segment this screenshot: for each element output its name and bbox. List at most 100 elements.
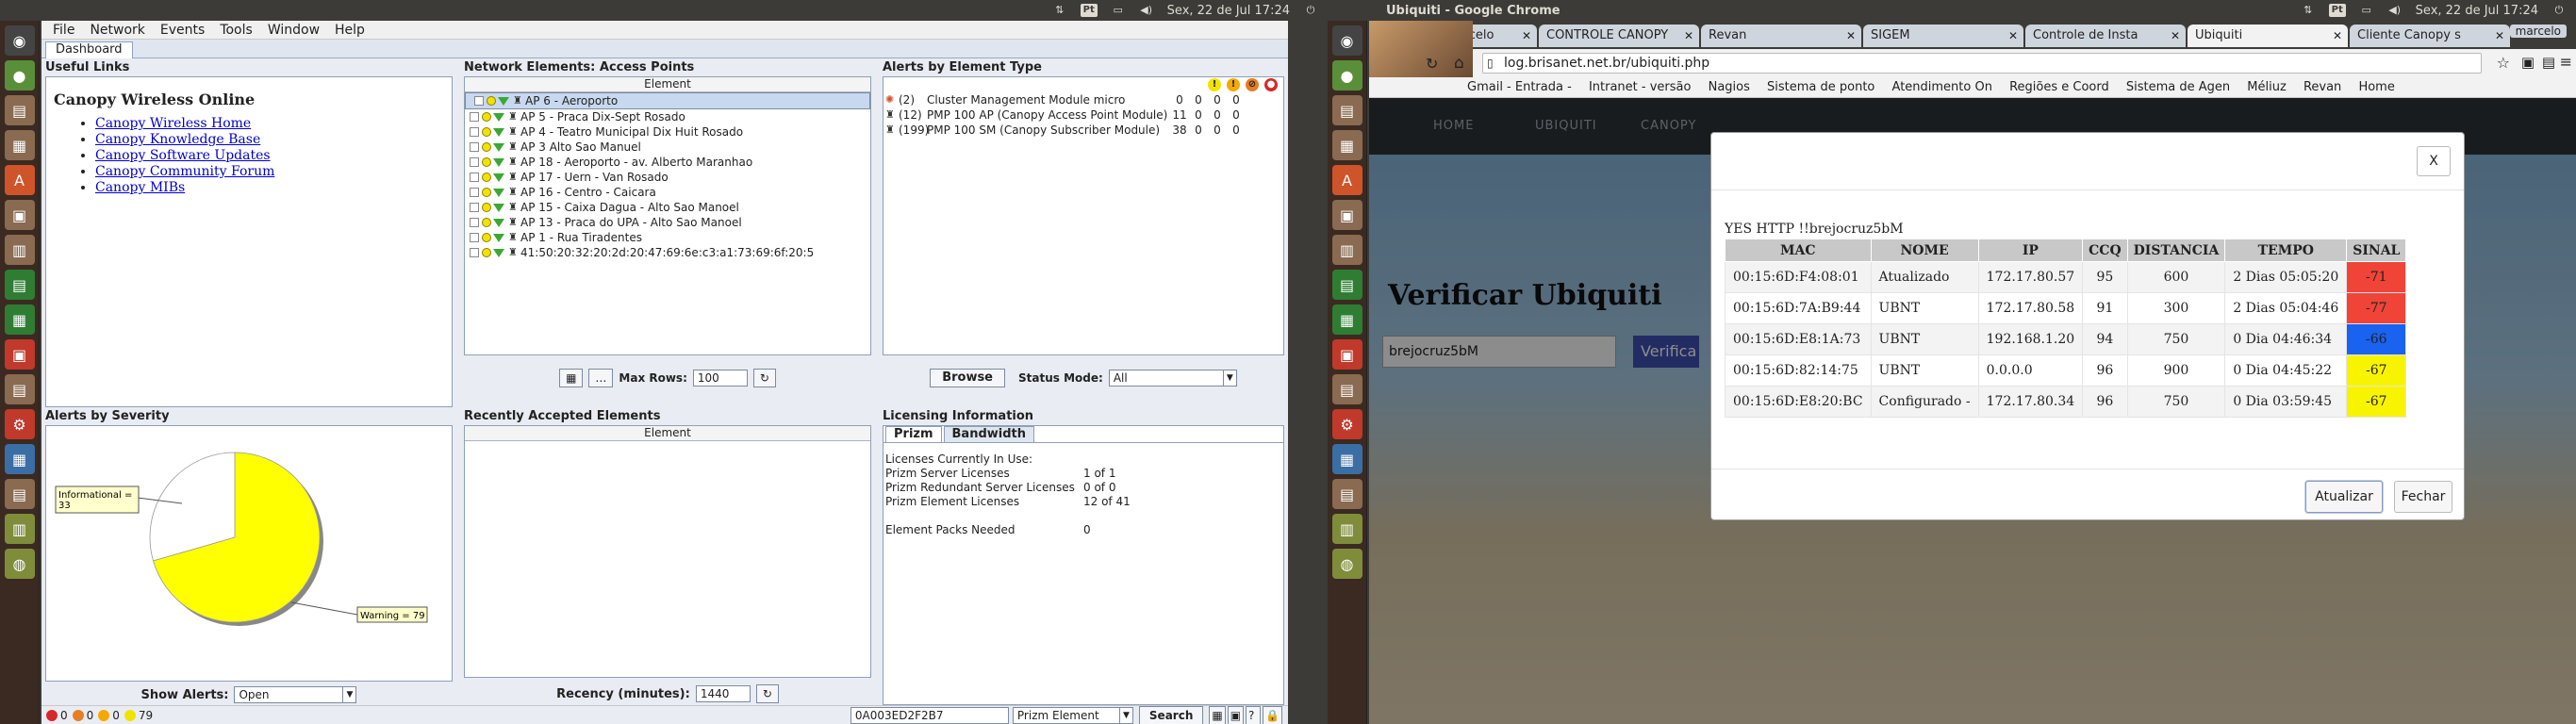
software-center-icon[interactable]: A [1331,165,1362,195]
table-row[interactable]: ♜ AP 17 - Uern - Van Rosado [465,170,870,185]
refresh-icon[interactable]: ↻ [755,684,779,703]
table-row[interactable]: ♜ AP 1 - Rua Tiradentes [465,230,870,245]
profile-name[interactable]: marcelo [2509,25,2567,38]
bookmark-meliuz[interactable]: Méliuz [2247,80,2287,94]
bookmark-ponto[interactable]: Sistema de ponto [1767,80,1874,94]
row-checkbox[interactable] [470,112,479,122]
app-launcher-icon-3[interactable]: ▥ [4,235,35,265]
update-button[interactable]: Atualizar [2305,481,2383,513]
settings-launcher-icon[interactable]: ⚙ [1331,409,1362,439]
column-header-element[interactable]: Element [465,426,870,441]
row-checkbox[interactable] [470,157,479,167]
tab-controle-canopy[interactable]: CONTROLE CANOPY ✕ [1539,25,1699,47]
menu-file[interactable]: File [45,23,82,38]
recency-input[interactable]: 1440 [695,685,751,702]
close-button[interactable]: X [2417,146,2451,176]
column-header-ip[interactable]: IP [1977,239,2084,262]
tab-controle-instalacao[interactable]: Controle de Insta ✕ [2025,25,2186,47]
table-row[interactable]: ♜ AP 13 - Praca do UPA - Alto Sao Manoel [465,215,870,230]
app-launcher-icon-4[interactable]: ▤ [4,374,35,404]
link-community-forum[interactable]: Canopy Community Forum [95,164,274,179]
search-type-select[interactable]: Prizm Element ▼ [1012,706,1133,724]
refresh-icon[interactable]: ↻ [1426,55,1438,73]
link-knowledge-base[interactable]: Canopy Knowledge Base [95,132,260,147]
table-row[interactable]: ♜ AP 15 - Caixa Dagua - Alto Sao Manoel [465,200,870,215]
search-input[interactable]: 0A003ED2F2B7 [850,706,1009,724]
table-row[interactable]: ♜ (12) PMP 100 AP (Canopy Access Point Mod… [883,107,1283,123]
document-launcher-icon[interactable]: ▤ [1331,270,1362,300]
close-icon[interactable]: ✕ [1684,25,1693,47]
column-header-element[interactable]: Element [465,77,870,92]
bookmark-intranet[interactable]: Intranet - versão [1589,80,1692,94]
files-launcher-icon[interactable]: ▤ [4,95,35,125]
status-mode-select[interactable]: All ▼ [1108,370,1237,387]
close-icon[interactable]: ✕ [1522,25,1531,47]
row-checkbox[interactable] [470,203,479,212]
battery-icon[interactable]: ▭ [1111,4,1126,17]
app-launcher-icon-5[interactable]: ▦ [1331,444,1362,474]
app-launcher-icon-7[interactable]: ▥ [1331,514,1362,544]
app-launcher-icon-8[interactable]: ◍ [1331,549,1362,579]
app-launcher-icon-5[interactable]: ▦ [4,444,35,474]
menu-window[interactable]: Window [260,23,327,38]
table-row[interactable]: ♜ (199) PMP 100 SM (Canopy Subscriber Modu… [883,123,1283,138]
table-row[interactable]: ♜ AP 6 - Aeroporto [465,92,870,109]
bookmark-nagios[interactable]: Nagios [1709,80,1750,94]
close-icon[interactable]: ✕ [2333,25,2342,47]
tab-bandwidth[interactable]: Bandwidth [943,426,1034,442]
row-checkbox[interactable] [470,173,479,182]
column-header-distancia[interactable]: DISTANCIA [2126,239,2226,262]
address-bar[interactable]: ▯ log.brisanet.net.br/ubiquiti.php [1482,53,2482,74]
app-launcher-icon-3[interactable]: ▥ [1331,235,1362,265]
table-row[interactable]: ♜ 41:50:20:32:20:2d:20:47:69:6e:c3:a1:73:… [465,245,870,260]
extension-icon-2[interactable]: ▤ [2542,54,2555,71]
sort-icon[interactable]: ⇅ [1052,4,1067,17]
row-checkbox[interactable] [470,248,479,257]
menu-network[interactable]: Network [82,23,152,38]
home-icon[interactable]: ⌂ [1454,54,1464,73]
bookmark-regioes[interactable]: Regiões e Coord [2009,80,2109,94]
volume-icon[interactable]: ◀) [1139,4,1154,17]
browse-button[interactable]: Browse [930,369,1006,387]
presentation-launcher-icon[interactable]: ▣ [1331,339,1362,370]
app-launcher-icon[interactable]: ▦ [1331,130,1362,160]
column-header-ccq[interactable]: CCQ [2082,239,2128,262]
chrome-launcher-icon[interactable]: ● [1331,60,1362,90]
bookmark-home[interactable]: Home [2358,80,2394,94]
row-checkbox[interactable] [470,188,479,197]
image-icon[interactable]: ▣ [1227,705,1245,724]
power-icon[interactable]: ⏻ [1303,4,1318,17]
bookmark-atendimento[interactable]: Atendimento On [1892,80,1992,94]
column-header-tempo[interactable]: TEMPO [2224,239,2348,262]
tab-prizm[interactable]: Prizm [885,426,942,442]
help-icon[interactable]: ? [1246,705,1262,724]
app-launcher-icon-6[interactable]: ▤ [4,479,35,509]
table-view-button[interactable]: ▦ [559,369,584,387]
column-header-nome[interactable]: NOME [1870,239,1979,262]
tab-cliente-canopy[interactable]: Cliente Canopy s ✕ [2350,25,2510,47]
more-button[interactable]: … [588,369,614,387]
max-rows-input[interactable]: 100 [692,370,748,387]
keyboard-layout-indicator[interactable]: Pt [1080,4,1098,17]
software-center-icon[interactable]: A [4,165,35,195]
table-row[interactable]: ♜ AP 4 - Teatro Municipal Dix Huit Rosado [465,124,870,140]
link-mibs[interactable]: Canopy MIBs [95,180,185,195]
spreadsheet-launcher-icon[interactable]: ▦ [4,304,35,335]
presentation-launcher-icon[interactable]: ▣ [4,339,35,370]
search-button[interactable]: Search [1138,705,1204,724]
column-header-sinal[interactable]: SINAL [2346,239,2407,262]
document-launcher-icon[interactable]: ▤ [4,270,35,300]
clock[interactable]: Sex, 22 de Jul 17:24 [1167,4,1290,18]
close-modal-button[interactable]: Fechar [2394,481,2452,513]
extension-icon[interactable]: ▣ [2521,54,2535,71]
row-checkbox[interactable] [470,142,479,152]
menu-tools[interactable]: Tools [212,23,260,38]
app-launcher-icon-2[interactable]: ▣ [1331,200,1362,230]
tab-revan[interactable]: Revan ✕ [1701,25,1861,47]
app-launcher-icon-6[interactable]: ▤ [1331,479,1362,509]
files-launcher-icon[interactable]: ▤ [1331,95,1362,125]
settings-launcher-icon[interactable]: ⚙ [4,409,35,439]
app-launcher-icon-2[interactable]: ▣ [4,200,35,230]
menu-help[interactable]: Help [327,23,372,38]
bookmark-gmail[interactable]: Gmail - Entrada - [1467,80,1572,94]
